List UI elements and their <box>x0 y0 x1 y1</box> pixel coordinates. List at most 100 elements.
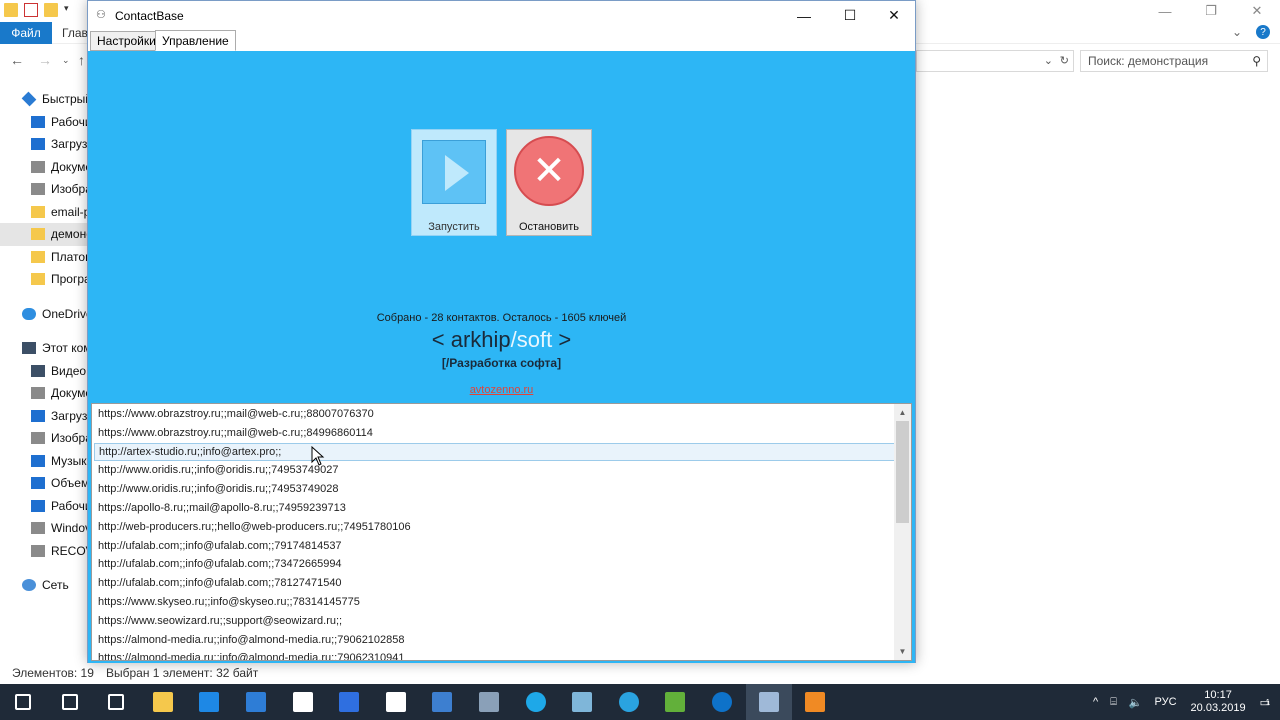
app-icon[interactable] <box>419 684 465 720</box>
restore-icon[interactable]: ❐ <box>1188 0 1234 22</box>
recent-dropdown-icon[interactable]: ⌄ <box>62 55 70 66</box>
forward-arrow-icon[interactable]: → <box>38 52 52 68</box>
language-indicator[interactable]: РУС <box>1155 696 1177 708</box>
tab-settings[interactable]: Настройки <box>90 31 163 51</box>
nav-item[interactable]: Изобра <box>0 427 88 450</box>
list-item[interactable]: http://artex-studio.ru;;info@artex.pro;; <box>94 442 895 461</box>
taskbar: ^ ⌸ 🔈 РУС 10:17 20.03.2019 ▭ 1 <box>0 684 1280 720</box>
close-icon[interactable]: ✕ <box>871 1 917 30</box>
nav-item[interactable]: Рабочи <box>0 495 88 518</box>
file-explorer-icon[interactable] <box>140 684 186 720</box>
list-item[interactable]: https://www.obrazstroy.ru;;mail@web-c.ru… <box>94 424 895 442</box>
back-arrow-icon[interactable]: ← <box>10 52 24 68</box>
nav-item[interactable]: Видео <box>0 360 88 383</box>
refresh-icon[interactable]: ↻ <box>1060 54 1069 67</box>
network-icon[interactable]: ⌸ <box>1110 696 1117 709</box>
list-item[interactable]: http://ufalab.com;;info@ufalab.com;;7347… <box>94 555 895 573</box>
nav-item[interactable]: Докуме <box>0 382 88 405</box>
stop-button[interactable]: ✕ Остановить <box>506 129 592 236</box>
nav-item-label: Загрузк <box>51 137 88 152</box>
volume-icon[interactable]: 🔈 <box>1129 696 1143 709</box>
nav-item[interactable]: Windov <box>0 517 88 540</box>
mail-icon[interactable] <box>373 684 419 720</box>
scroll-thumb[interactable] <box>896 421 909 523</box>
list-item[interactable]: https://almond-media.ru;;info@almond-med… <box>94 631 895 649</box>
nav-item[interactable]: Быстрый <box>0 88 88 111</box>
nav-item[interactable]: Докуме <box>0 156 88 179</box>
nav-item[interactable]: Музыка <box>0 450 88 473</box>
close-icon[interactable]: ✕ <box>1234 0 1280 22</box>
list-item[interactable]: https://www.skyseo.ru;;info@skyseo.ru;;7… <box>94 593 895 611</box>
help-icon[interactable]: ? <box>1256 25 1270 39</box>
list-item[interactable]: https://www.seowizard.ru;;support@seowiz… <box>94 612 895 630</box>
up-arrow-icon[interactable]: ↑ <box>78 52 85 68</box>
start-icon[interactable] <box>0 684 46 720</box>
nav-item-label: Рабочи <box>51 498 88 513</box>
tab-management[interactable]: Управление <box>155 30 236 51</box>
home-tab[interactable]: Глав <box>62 26 88 40</box>
store-icon[interactable] <box>233 684 279 720</box>
nav-item[interactable]: Сеть <box>0 574 88 597</box>
nav-item[interactable]: OneDrive <box>0 303 88 326</box>
website-link[interactable]: avtozenno.ru <box>88 384 915 396</box>
telegram-icon[interactable] <box>606 684 652 720</box>
nav-item[interactable]: RECOVI <box>0 540 88 563</box>
list-scrollbar[interactable]: ▲ ▼ <box>894 404 911 660</box>
list-item[interactable]: http://www.oridis.ru;;info@oridis.ru;;74… <box>94 480 895 498</box>
contactbase-icon[interactable] <box>745 684 792 720</box>
nav-item[interactable]: Програ <box>0 268 88 291</box>
clock[interactable]: 10:17 20.03.2019 <box>1191 689 1246 715</box>
nav-item[interactable]: Загрузк <box>0 133 88 156</box>
chevron-down-icon[interactable]: ⌄ <box>1044 54 1053 67</box>
list-item[interactable]: http://web-producers.ru;;hello@web-produ… <box>94 518 895 536</box>
skype-icon[interactable] <box>513 684 559 720</box>
task-view-icon[interactable] <box>93 684 139 720</box>
search-icon[interactable] <box>47 684 93 720</box>
scroll-down-icon[interactable]: ▼ <box>894 643 911 660</box>
chevron-down-icon[interactable]: ⌄ <box>1230 25 1244 39</box>
edge-icon[interactable] <box>186 684 232 720</box>
contactbase-titlebar[interactable]: ⚇ ContactBase — ☐ ✕ <box>88 1 915 30</box>
minimize-icon[interactable]: — <box>781 1 827 30</box>
chevron-up-icon[interactable]: ^ <box>1093 696 1098 708</box>
scroll-up-icon[interactable]: ▲ <box>894 404 911 421</box>
list-item[interactable]: https://www.obrazstroy.ru;;mail@web-c.ru… <box>94 405 895 423</box>
icq-icon[interactable] <box>652 684 698 720</box>
list-item[interactable]: http://ufalab.com;;info@ufalab.com;;7812… <box>94 574 895 592</box>
results-list[interactable]: https://almond-media.ru;;info@almond-med… <box>91 403 912 661</box>
list-item[interactable]: https://apollo-8.ru;;mail@apollo-8.ru;;7… <box>94 499 895 517</box>
notepad-icon[interactable] <box>559 684 605 720</box>
nav-item[interactable]: email-p <box>0 201 88 224</box>
dropbox-icon[interactable] <box>326 684 372 720</box>
file-tab[interactable]: Файл <box>0 22 52 44</box>
search-input[interactable]: Поиск: демонстрация ⚲ <box>1080 50 1268 72</box>
quick-access-toolbar: ▾ <box>4 3 78 17</box>
dropdown-icon[interactable]: ▾ <box>64 3 78 17</box>
document-icon <box>31 160 45 173</box>
list-item[interactable]: http://ufalab.com;;info@ufalab.com;;7917… <box>94 537 895 555</box>
address-box[interactable]: ⌄ ↻ <box>916 50 1074 72</box>
nav-item[interactable]: Загрузк <box>0 405 88 428</box>
teamviewer-icon[interactable] <box>699 684 745 720</box>
folder-icon[interactable] <box>4 3 18 17</box>
app-icon[interactable] <box>792 684 838 720</box>
maximize-icon[interactable]: ☐ <box>827 1 873 30</box>
start-button[interactable]: Запустить <box>411 129 497 236</box>
nav-item[interactable]: Изобра <box>0 178 88 201</box>
notification-center-icon[interactable]: ▭ 1 <box>1260 696 1270 709</box>
tab-strip: Настройки Управление <box>88 30 915 51</box>
nav-item[interactable]: Этот ком <box>0 337 88 360</box>
list-item[interactable]: http://www.oridis.ru;;info@oridis.ru;;74… <box>94 461 895 479</box>
properties-icon[interactable] <box>24 3 38 17</box>
nav-item[interactable]: Платон <box>0 246 88 269</box>
nav-item[interactable]: Рабочи <box>0 111 88 134</box>
app-icon[interactable] <box>466 684 512 720</box>
minimize-icon[interactable]: — <box>1142 0 1188 22</box>
nav-item[interactable]: демонс <box>0 223 88 246</box>
arkhip-soft-logo: < arkhip/soft > <box>431 327 572 352</box>
list-item[interactable]: https://almond-media.ru;;info@almond-med… <box>94 649 895 660</box>
nav-item[interactable]: Объем <box>0 472 88 495</box>
amazon-icon[interactable] <box>280 684 326 720</box>
new-folder-icon[interactable] <box>44 3 58 17</box>
nav-item-label: Докуме <box>51 386 88 401</box>
